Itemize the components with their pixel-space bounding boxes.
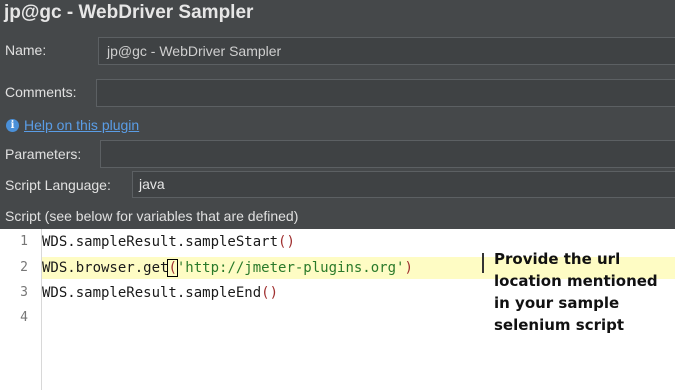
parameters-label: Parameters:	[5, 146, 82, 162]
help-link[interactable]: Help on this plugin	[24, 117, 139, 133]
text-cursor	[482, 253, 484, 273]
code-text: WDS.sampleResult.sampleEnd	[42, 285, 262, 301]
code-line-1: WDS.sampleResult.sampleStart()	[42, 233, 295, 251]
name-input[interactable]: jp@gc - WebDriver Sampler	[98, 37, 675, 65]
parameters-input[interactable]	[100, 140, 675, 168]
code-paren: (	[167, 259, 178, 277]
script-language-select[interactable]: java	[132, 171, 675, 198]
help-row: i Help on this plugin	[6, 116, 139, 134]
code-text: WDS.sampleResult.sampleStart	[42, 234, 279, 250]
code-string: 'http://jmeter-plugins.org'	[176, 260, 405, 276]
line-number: 4	[20, 310, 28, 325]
script-language-label: Script Language:	[5, 177, 111, 193]
comments-input[interactable]	[96, 79, 675, 107]
line-number: 3	[20, 285, 28, 300]
annotation-callout: Provide the url location mentioned in yo…	[494, 250, 658, 334]
code-paren: )	[404, 260, 413, 276]
line-number-gutter: 1 2 3 4	[0, 229, 42, 390]
line-number: 1	[20, 234, 28, 249]
script-editor[interactable]: 1 2 3 4 WDS.sampleResult.sampleStart() W…	[0, 229, 675, 390]
code-paren: ()	[261, 285, 279, 301]
name-label: Name:	[5, 42, 47, 58]
comments-label: Comments:	[5, 84, 77, 100]
code-paren: ()	[278, 234, 295, 250]
code-text: WDS.browser.get	[42, 260, 169, 276]
code-line-3: WDS.sampleResult.sampleEnd()	[42, 284, 278, 302]
info-icon: i	[6, 118, 19, 132]
script-label: Script (see below for variables that are…	[5, 208, 299, 224]
window-title: jp@gc - WebDriver Sampler	[4, 2, 254, 23]
line-number: 2	[20, 260, 28, 275]
code-line-2: WDS.browser.get('http://jmeter-plugins.o…	[42, 259, 413, 277]
